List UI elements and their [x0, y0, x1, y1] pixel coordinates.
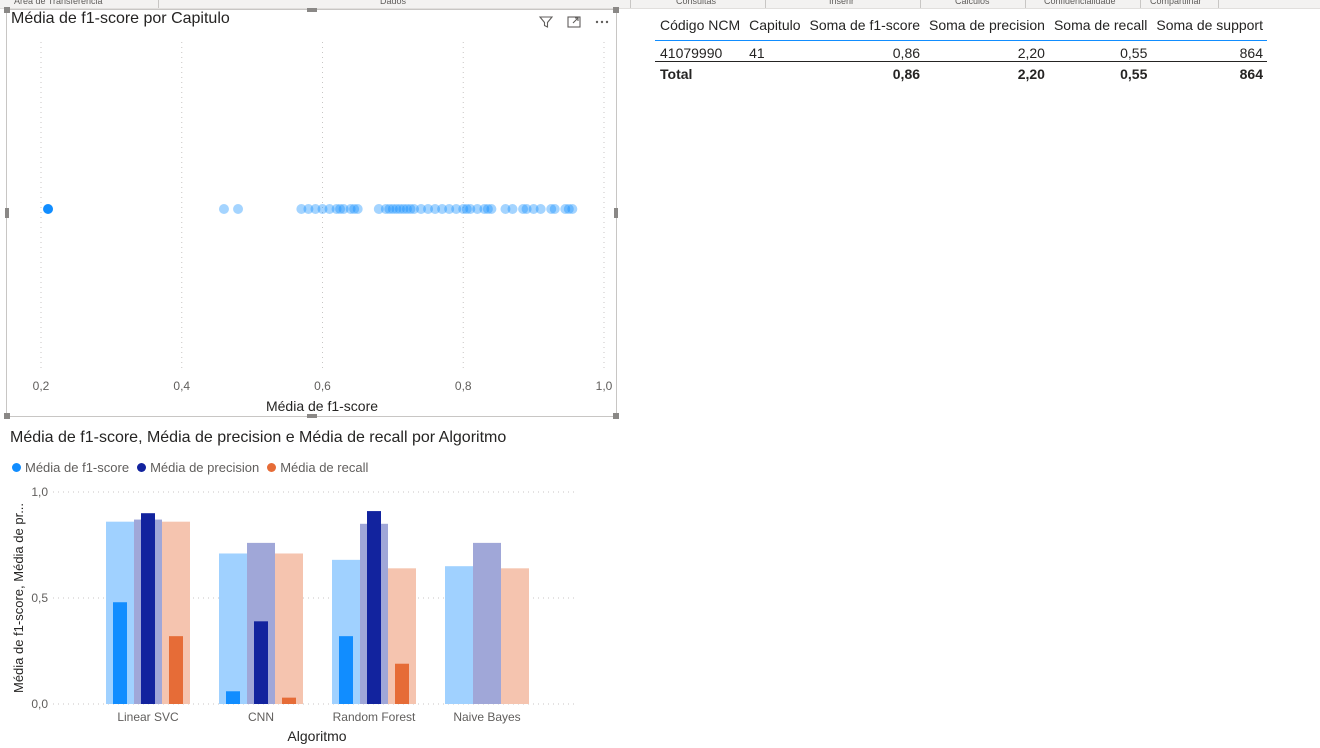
ribbon-separator — [158, 0, 159, 8]
resize-handle[interactable] — [5, 208, 9, 218]
x-tick-label: Random Forest — [333, 710, 416, 724]
resize-handle[interactable] — [307, 414, 317, 418]
data-point — [567, 204, 578, 214]
bar-highlighted — [395, 663, 409, 704]
ribbon-group-label: Compartilhar — [1150, 0, 1202, 6]
x-tick-label: 1,0 — [596, 379, 613, 393]
data-point — [352, 204, 363, 214]
ribbon-separator — [1025, 0, 1026, 8]
bar-highlighted — [113, 602, 127, 704]
table-cell: 41 — [749, 45, 765, 61]
table-cell: 0,55 — [1120, 45, 1148, 61]
report-canvas: Área de Transferência Dados Consultas Inser… — [0, 0, 1320, 748]
x-tick-label: 0,4 — [173, 379, 190, 393]
data-point — [507, 204, 518, 214]
x-tick-label: Linear SVC — [117, 710, 179, 724]
table-cell: 0,86 — [892, 45, 921, 61]
resize-handle[interactable] — [4, 7, 10, 13]
bar-highlighted — [226, 691, 240, 704]
bar — [275, 553, 303, 704]
table-cell: 864 — [1239, 45, 1263, 61]
resize-handle[interactable] — [307, 8, 317, 12]
ribbon-group-label: Confidencialidade — [1044, 0, 1116, 6]
x-tick-label: 0,6 — [314, 379, 331, 393]
resize-handle[interactable] — [613, 7, 619, 13]
data-point — [233, 204, 244, 214]
column-header[interactable]: Soma de support — [1151, 14, 1267, 41]
ribbon-separator — [1218, 0, 1219, 8]
column-header[interactable]: Código NCM — [655, 14, 745, 41]
x-tick-label: 0,2 — [33, 379, 50, 393]
data-point-highlighted — [43, 204, 54, 214]
data-point — [549, 204, 560, 214]
table-cell: 41079990 — [660, 45, 723, 61]
total-label: Total — [655, 61, 745, 83]
ribbon-separator — [1140, 0, 1141, 8]
resize-handle[interactable] — [614, 208, 618, 218]
resize-handle[interactable] — [613, 413, 619, 419]
table-header-row: Código NCM Capitulo Soma de f1-score Som… — [655, 14, 1267, 41]
bar-highlighted — [339, 636, 353, 704]
ribbon-group-label: Inserir — [829, 0, 855, 6]
data-point — [486, 204, 497, 214]
table-cell: 864 — [1151, 61, 1267, 83]
table-row[interactable]: 41079990 41 0,86 2,20 0,55 864 — [655, 41, 1267, 62]
y-tick-label: 1,0 — [31, 485, 48, 499]
bar-highlighted — [169, 636, 183, 704]
ribbon-separator — [920, 0, 921, 8]
ribbon-group-label: Área de Transferência — [14, 0, 103, 6]
ribbon-separator — [765, 0, 766, 8]
bar — [445, 566, 473, 704]
ribbon-group-label: Consultas — [676, 0, 717, 6]
x-tick-label: Naive Bayes — [453, 710, 520, 724]
bar-highlighted — [141, 513, 155, 704]
data-point — [218, 204, 229, 214]
bar-highlighted — [254, 621, 268, 704]
ribbon-group-label: Cálculos — [955, 0, 990, 6]
table-cell: 0,55 — [1048, 61, 1152, 83]
table-cell: 0,86 — [804, 61, 925, 83]
column-header[interactable]: Soma de f1-score — [804, 14, 925, 41]
x-tick-label: CNN — [248, 710, 274, 724]
data-point — [535, 204, 546, 214]
table-cell — [744, 61, 805, 83]
bar-visual[interactable]: Média de f1-score, Média de precision e … — [6, 424, 617, 748]
bar — [219, 553, 247, 704]
table-cell: 2,20 — [1017, 45, 1045, 61]
table-total-row: Total 0,86 2,20 0,55 864 — [655, 61, 1267, 83]
scatter-visual[interactable]: Média de f1-score por Capitulo 0,2 0,4 0,6… — [4, 7, 619, 419]
bar-plot-area[interactable]: 0,0 0,5 1,0 Linear SVC CNN Random Forest Naive… — [6, 424, 617, 748]
bar — [501, 568, 529, 704]
y-tick-label: 0,5 — [31, 591, 48, 605]
resize-handle[interactable] — [4, 413, 10, 419]
ribbon-group-labels: Área de Transferência Dados Consultas Inser… — [0, 0, 1320, 9]
column-header[interactable]: Soma de recall — [1048, 14, 1152, 41]
ncm-table[interactable]: Código NCM Capitulo Soma de f1-score Som… — [655, 14, 1267, 83]
ribbon-separator — [630, 0, 631, 8]
x-axis-title: Média de f1-score — [266, 398, 378, 414]
bar-highlighted — [367, 511, 381, 704]
bar — [473, 542, 501, 704]
column-header[interactable]: Soma de precision — [924, 14, 1049, 41]
bar-highlighted — [282, 697, 296, 704]
x-axis-title: Algoritmo — [287, 728, 346, 744]
scatter-plot-area[interactable]: 0,2 0,4 0,6 0,8 1,0 Média de f1-score — [7, 10, 618, 418]
ribbon-group-label: Dados — [380, 0, 407, 6]
column-header[interactable]: Capitulo — [744, 14, 805, 41]
table-cell: 2,20 — [924, 61, 1049, 83]
y-axis-title: Média de f1-score, Média de pr... — [11, 503, 26, 693]
x-tick-label: 0,8 — [455, 379, 472, 393]
y-tick-label: 0,0 — [31, 697, 48, 711]
